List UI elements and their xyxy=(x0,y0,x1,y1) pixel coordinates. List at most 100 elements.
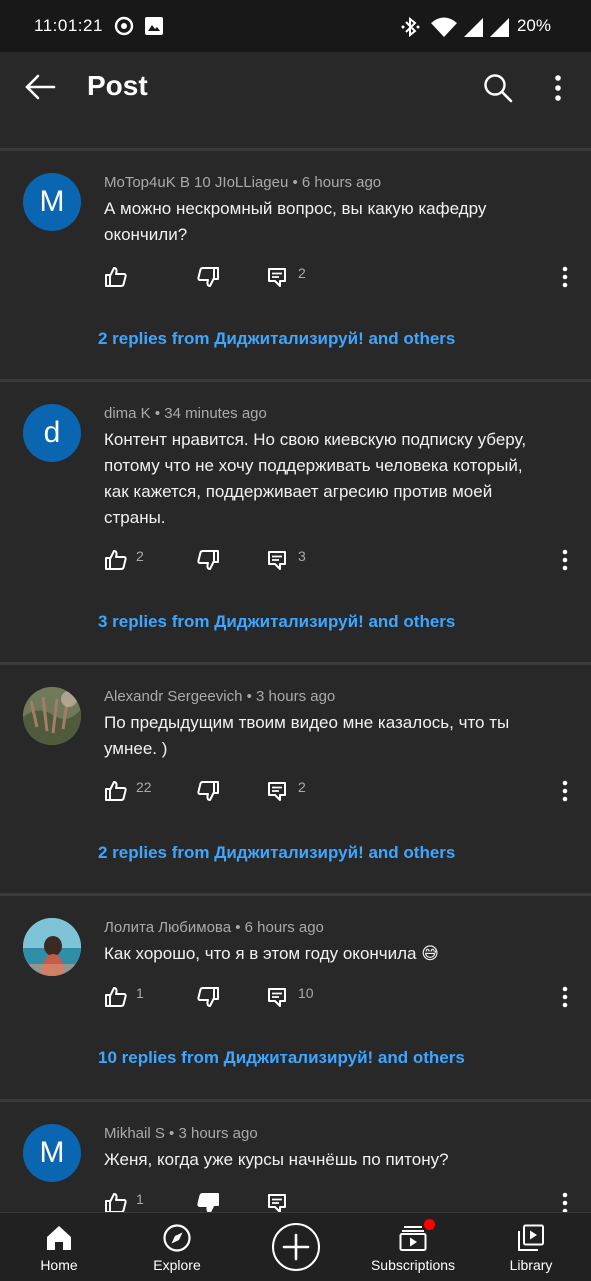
nav-subscriptions-label: Subscriptions xyxy=(370,1257,456,1273)
comment-icon xyxy=(268,268,286,287)
reply-button[interactable]: 2 xyxy=(266,263,326,293)
signal-icon xyxy=(462,16,484,43)
comment-author[interactable]: MoTop4uK B 10 JIoLLiageu xyxy=(104,174,288,191)
more-vertical-icon xyxy=(562,780,568,802)
meta-separator: • xyxy=(169,1125,175,1142)
thumbs-down-icon xyxy=(197,781,219,801)
dislike-button[interactable] xyxy=(196,983,226,1013)
comment-actions: 1 10 xyxy=(0,983,591,1013)
thumbs-down-icon xyxy=(197,267,219,287)
nav-home[interactable]: Home xyxy=(4,1213,114,1281)
thumbs-down-icon xyxy=(197,987,219,1007)
comment-meta: Mikhail S • 3 hours ago xyxy=(104,1125,258,1142)
comment-item: d dima K • 34 minutes ago Контент нравит… xyxy=(0,382,591,662)
comment-text: Женя, когда уже курсы начнёшь по питону? xyxy=(104,1150,449,1169)
comment-time: 3 hours ago xyxy=(256,688,336,705)
meta-separator: • xyxy=(292,174,298,191)
comment-meta: dima K • 34 minutes ago xyxy=(104,405,267,422)
comment-text: По предыдущим твоим видео мне казалось, … xyxy=(104,713,510,758)
reply-button[interactable]: 2 xyxy=(266,777,326,807)
comment-author[interactable]: dima K xyxy=(104,405,151,422)
avatar[interactable]: M xyxy=(23,173,81,231)
reply-count: 10 xyxy=(298,985,314,1001)
comment-item: M Mikhail S • 3 hours ago Женя, когда уж… xyxy=(0,1102,591,1212)
create-button[interactable] xyxy=(272,1223,320,1271)
dislike-button[interactable] xyxy=(196,546,226,576)
like-button[interactable]: 1 xyxy=(104,983,164,1013)
status-bar: 11:01:21 20% xyxy=(0,0,591,52)
back-button[interactable] xyxy=(24,72,58,102)
home-icon xyxy=(47,1226,71,1250)
comment-menu-button[interactable] xyxy=(555,263,575,293)
comment-meta: Лолита Любимова • 6 hours ago xyxy=(104,919,324,936)
like-button[interactable]: 22 xyxy=(104,777,164,807)
more-vertical-icon xyxy=(562,1192,568,1212)
meta-separator: • xyxy=(154,405,161,422)
view-replies-link[interactable]: 3 replies from Диджитализируй! and other… xyxy=(98,612,455,632)
comment-actions: 2 3 xyxy=(0,546,591,576)
compass-icon xyxy=(163,1224,191,1252)
comment-time: 34 minutes ago xyxy=(164,405,267,422)
avatar[interactable] xyxy=(23,687,81,745)
arrow-left-icon xyxy=(25,74,56,100)
nav-explore[interactable]: Explore xyxy=(122,1213,232,1281)
dislike-button[interactable] xyxy=(196,1189,226,1212)
reply-button[interactable] xyxy=(266,1189,326,1212)
view-replies-link[interactable]: 2 replies from Диджитализируй! and other… xyxy=(98,329,455,349)
app-bar: Post xyxy=(0,52,591,122)
view-replies-link[interactable]: 2 replies from Диджитализируй! and other… xyxy=(98,843,455,863)
thumbs-up-icon xyxy=(105,267,127,287)
dislike-button[interactable] xyxy=(196,777,226,807)
dislike-button[interactable] xyxy=(196,263,226,293)
nav-home-label: Home xyxy=(40,1257,78,1273)
nav-library-label: Library xyxy=(509,1257,553,1273)
comment-text: Как хорошо, что я в этом году окончила 😅 xyxy=(104,944,439,963)
reply-button[interactable]: 3 xyxy=(266,546,326,576)
avatar[interactable]: d xyxy=(23,404,81,462)
gallery-icon xyxy=(144,16,164,41)
comment-item: Лолита Любимова • 6 hours ago Как хорошо… xyxy=(0,896,591,1099)
view-replies-link[interactable]: 10 replies from Диджитализируй! and othe… xyxy=(98,1048,465,1068)
comment-author[interactable]: Alexandr Sergeevich xyxy=(104,688,242,705)
comment-time: 6 hours ago xyxy=(244,919,324,936)
more-vertical-icon xyxy=(555,75,561,101)
library-icon xyxy=(518,1224,544,1251)
comment-author[interactable]: Mikhail S xyxy=(104,1125,165,1142)
comment-text: Контент нравится. Но свою киевскую подпи… xyxy=(104,430,527,527)
comment-menu-button[interactable] xyxy=(555,777,575,807)
more-options-button[interactable] xyxy=(548,74,568,104)
meta-separator: • xyxy=(246,688,252,705)
more-vertical-icon xyxy=(562,266,568,288)
comment-menu-button[interactable] xyxy=(555,1189,575,1212)
like-button[interactable]: 1 xyxy=(104,1189,164,1212)
meta-separator: • xyxy=(235,919,241,936)
reply-button[interactable]: 10 xyxy=(266,983,326,1013)
plus-icon xyxy=(282,1233,310,1261)
avatar-photo-icon xyxy=(23,687,81,745)
comment-author[interactable]: Лолита Любимова xyxy=(104,919,231,936)
notification-dot xyxy=(424,1219,435,1230)
comment-menu-button[interactable] xyxy=(555,983,575,1013)
status-time: 11:01:21 xyxy=(34,16,103,35)
comment-meta: MoTop4uK B 10 JIoLLiageu • 6 hours ago xyxy=(104,174,381,191)
wifi-icon xyxy=(430,16,458,43)
comment-menu-button[interactable] xyxy=(555,546,575,576)
bluetooth-icon xyxy=(400,16,422,43)
avatar[interactable] xyxy=(23,918,81,976)
like-button[interactable]: 2 xyxy=(104,546,164,576)
page-title: Post xyxy=(87,70,148,101)
battery-percent: 20% xyxy=(516,16,551,35)
nav-subscriptions[interactable]: Subscriptions xyxy=(358,1213,468,1281)
nav-library[interactable]: Library xyxy=(476,1213,586,1281)
reply-count: 2 xyxy=(298,779,306,795)
thumbs-down-icon xyxy=(197,550,219,570)
comment-item: M MoTop4uK B 10 JIoLLiageu • 6 hours ago… xyxy=(0,151,591,379)
comment-time: 6 hours ago xyxy=(301,174,382,191)
search-button[interactable] xyxy=(482,72,514,104)
comment-text: А можно нескромный вопрос, вы какую кафе… xyxy=(104,199,487,244)
like-button[interactable] xyxy=(104,263,164,293)
comment-icon xyxy=(268,551,286,570)
avatar[interactable]: M xyxy=(23,1124,81,1182)
like-count: 1 xyxy=(136,985,144,1001)
comment-item: Alexandr Sergeevich • 3 hours ago По пре… xyxy=(0,665,591,893)
